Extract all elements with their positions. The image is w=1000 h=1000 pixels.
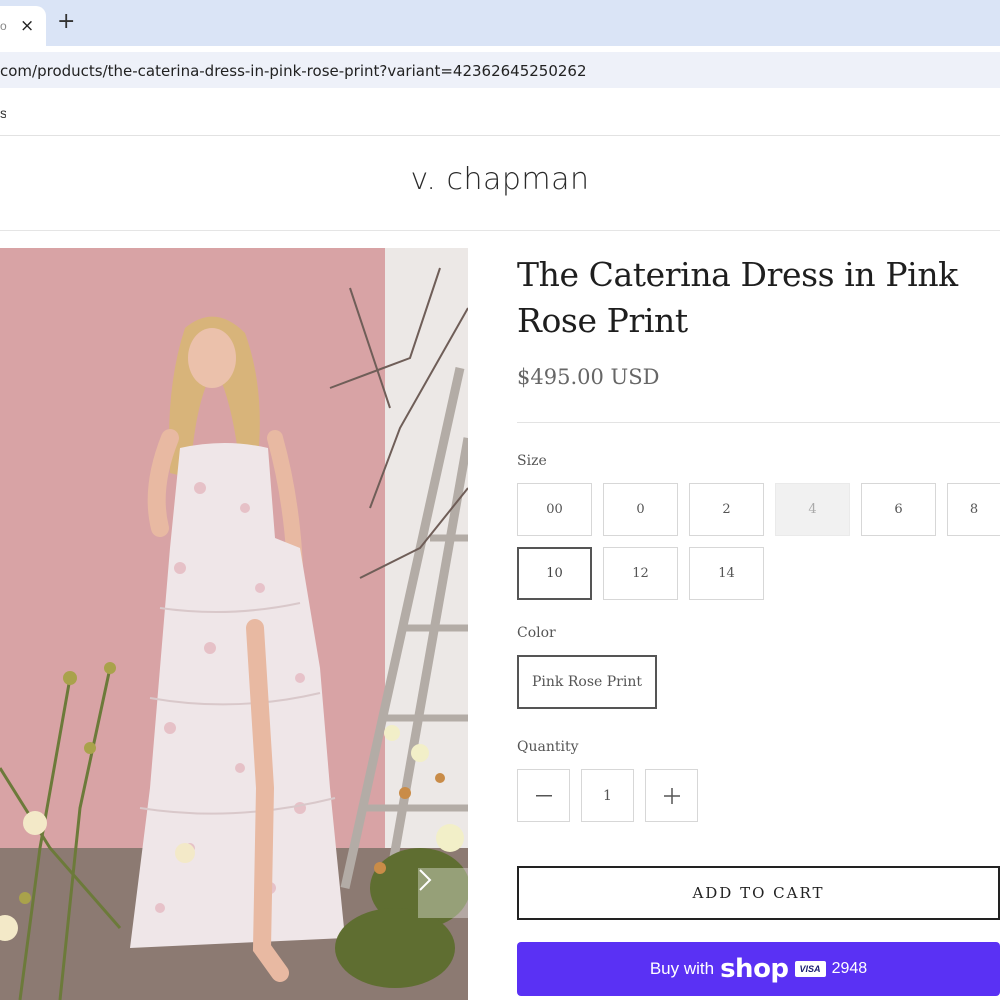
shop-pay-button[interactable]: Buy with shop VISA 2948 xyxy=(517,942,1000,996)
product-image[interactable] xyxy=(0,248,468,1000)
color-label: Color xyxy=(517,625,556,641)
quantity-input[interactable]: 1 xyxy=(581,769,634,822)
color-option-pink-rose-print[interactable]: Pink Rose Print xyxy=(517,655,657,709)
new-tab-icon[interactable]: + xyxy=(57,10,75,34)
size-option-4[interactable]: 4 xyxy=(775,483,850,536)
size-option-12[interactable]: 12 xyxy=(603,547,678,600)
product-title: The Caterina Dress in Pink Rose Print xyxy=(517,255,958,340)
product-price: $495.00 USD xyxy=(517,365,660,389)
tab-title: o xyxy=(0,19,7,33)
divider xyxy=(517,422,1000,423)
chevron-right-icon xyxy=(419,869,432,891)
site-logo[interactable]: v. chapman xyxy=(0,162,1000,197)
shop-pay-label: Buy with xyxy=(649,959,715,978)
quantity-decrement-button[interactable] xyxy=(517,769,570,822)
visa-card-icon: VISA xyxy=(794,961,826,977)
product-photo xyxy=(0,248,468,1000)
site-header: v. chapman xyxy=(0,137,1000,231)
plus-icon xyxy=(663,787,680,804)
bookmarks-bar: s xyxy=(0,96,1000,136)
size-option-10[interactable]: 10 xyxy=(517,547,592,600)
size-option-2[interactable]: 2 xyxy=(689,483,764,536)
minus-icon xyxy=(535,794,552,796)
size-label: Size xyxy=(517,453,547,469)
close-icon[interactable]: × xyxy=(20,16,34,36)
quantity-increment-button[interactable] xyxy=(645,769,698,822)
size-option-0[interactable]: 0 xyxy=(603,483,678,536)
browser-tab-active[interactable]: o × xyxy=(0,6,46,46)
address-bar: com/products/the-caterina-dress-in-pink-… xyxy=(0,46,1000,96)
size-option-00[interactable]: 00 xyxy=(517,483,592,536)
product-info: The Caterina Dress in Pink Rose Print $4… xyxy=(517,248,1000,389)
browser-tab-bar: o × + xyxy=(0,0,1000,46)
shop-logo: shop xyxy=(720,954,789,984)
quantity-label: Quantity xyxy=(517,739,579,755)
size-option-6[interactable]: 6 xyxy=(861,483,936,536)
url-text[interactable]: com/products/the-caterina-dress-in-pink-… xyxy=(0,62,587,80)
size-option-14[interactable]: 14 xyxy=(689,547,764,600)
add-to-cart-button[interactable]: ADD TO CART xyxy=(517,866,1000,920)
bookmark-item[interactable]: s xyxy=(0,105,6,121)
size-option-8[interactable]: 8 xyxy=(947,483,1000,536)
gallery-next-button[interactable] xyxy=(418,868,468,918)
card-last-digits: 2948 xyxy=(831,960,868,977)
